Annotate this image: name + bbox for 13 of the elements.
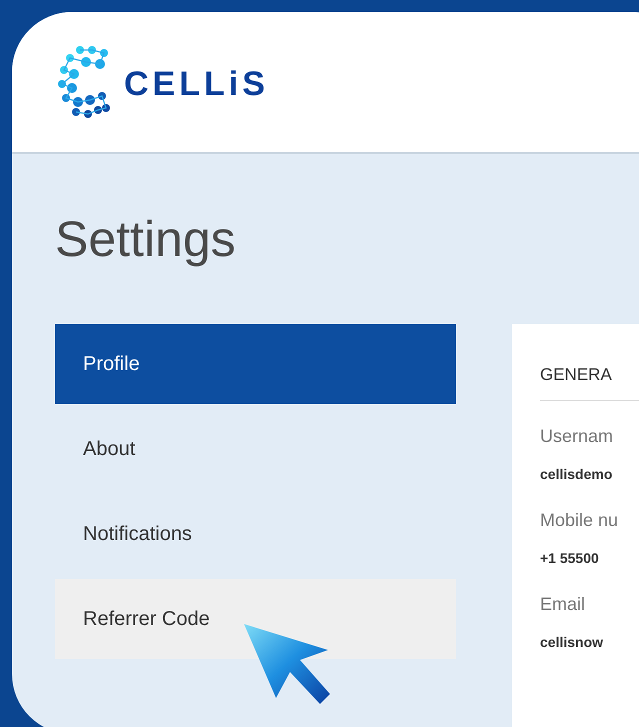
logo-wordmark: CELLiS [124,64,269,104]
field-label: Mobile nu [540,508,620,532]
card-heading: GENERA [540,362,639,400]
field-label: Usernam [540,424,614,448]
sidebar-item[interactable]: Notifications [55,494,456,574]
field-label: Email [540,592,586,616]
field-value: cellisnow [540,632,604,652]
sidebar-item[interactable]: About [55,409,456,489]
sidebar-item[interactable]: Referrer Code [55,579,456,659]
field-value: +1 55500 [540,548,600,568]
page-title: Settings [55,214,237,264]
field-value: cellisdemo [540,464,614,484]
sidebar-item[interactable]: Profile [55,324,456,404]
